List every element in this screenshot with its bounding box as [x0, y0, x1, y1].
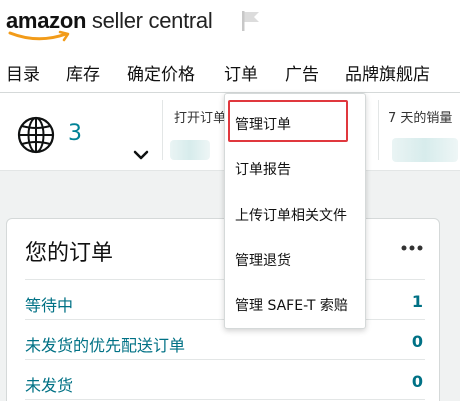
stats-divider: [378, 100, 379, 160]
sales-7d-label: 7 天的销量: [388, 111, 453, 126]
marketplace-count[interactable]: 3: [68, 121, 82, 146]
row-label[interactable]: 未发货的优先配送订单: [25, 332, 185, 356]
blurred-value: [392, 138, 458, 162]
row-count[interactable]: 0: [412, 372, 423, 391]
orders-card: 您的订单 等待中 1 未发货的优先配送订单 0 未发货 0: [6, 218, 440, 401]
amazon-smile-icon: [8, 30, 70, 42]
row-label[interactable]: 未发货: [25, 372, 73, 396]
menu-item-order-reports[interactable]: 订单报告: [235, 159, 291, 179]
stats-divider: [162, 100, 163, 160]
nav-item-inventory[interactable]: 库存: [66, 60, 100, 85]
row-label[interactable]: 等待中: [25, 292, 73, 316]
nav-item-brand-stores[interactable]: 品牌旗舰店: [345, 60, 430, 85]
menu-item-manage-returns[interactable]: 管理退货: [235, 250, 291, 270]
row-count[interactable]: 1: [412, 292, 423, 311]
orders-dropdown-menu: 管理订单 订单报告 上传订单相关文件 管理退货 管理 SAFE-T 索赔: [224, 93, 366, 329]
top-nav: 目录 库存 确定价格 订单 广告 品牌旗舰店: [0, 56, 460, 97]
chevron-down-icon[interactable]: [133, 149, 149, 161]
nav-item-advertising[interactable]: 广告: [285, 60, 319, 85]
row-count[interactable]: 0: [412, 332, 423, 351]
open-orders-label: 打开订单: [174, 111, 227, 126]
menu-item-upload-order-files[interactable]: 上传订单相关文件: [235, 205, 347, 225]
flag-icon[interactable]: [240, 9, 262, 33]
more-options-icon[interactable]: [401, 245, 423, 251]
globe-icon[interactable]: [16, 115, 56, 155]
card-title: 您的订单: [25, 241, 114, 266]
logo-seller-central-text: seller central: [86, 8, 213, 33]
header: amazon seller central: [0, 0, 460, 52]
nav-item-catalog[interactable]: 目录: [6, 60, 40, 85]
blurred-value: [170, 140, 210, 160]
menu-item-manage-orders[interactable]: 管理订单: [235, 114, 291, 134]
order-row-unshipped[interactable]: 未发货 0: [25, 360, 425, 400]
nav-item-pricing[interactable]: 确定价格: [127, 60, 195, 85]
menu-item-safet-claims[interactable]: 管理 SAFE-T 索赔: [235, 295, 348, 315]
nav-item-orders[interactable]: 订单: [218, 60, 264, 97]
